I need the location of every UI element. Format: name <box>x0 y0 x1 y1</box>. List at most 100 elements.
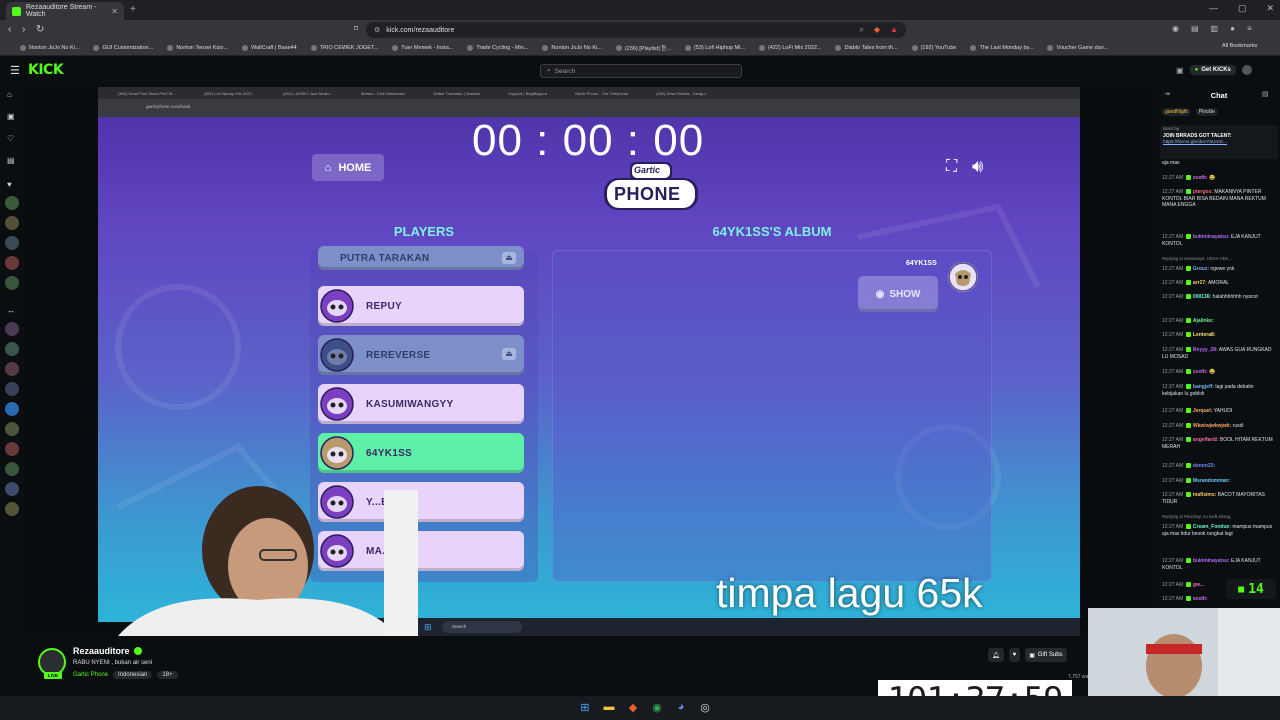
browser-tab-active[interactable]: Rezaauditore Stream - Watch ✕ <box>6 2 124 20</box>
get-kicks-button[interactable]: ● Get KICKs <box>1189 65 1236 75</box>
follow-heart-button[interactable]: ♥ <box>1008 648 1021 662</box>
chrome-icon[interactable]: ◉ <box>650 700 664 714</box>
bookmark-item[interactable]: (422) LoFi Mix 2022... <box>758 44 821 51</box>
kick-player-icon[interactable]: ⏏ <box>502 348 516 360</box>
collapse-chat-icon[interactable]: ▣ <box>1176 66 1184 75</box>
chat-username[interactable]: sxxth: <box>1193 175 1208 181</box>
reload-icon[interactable]: ↻ <box>36 24 44 35</box>
bookmark-item[interactable]: Trade Cycling - Min... <box>467 44 528 51</box>
notification-bell-button[interactable]: 🔔︎ <box>988 648 1004 662</box>
chat-settings-icon[interactable]: ▤ <box>1262 90 1269 98</box>
chat-username[interactable]: Ajalinke: <box>1193 318 1214 324</box>
channel-name[interactable]: Rezaauditore <box>73 646 130 656</box>
home-button[interactable]: ⌂ HOME <box>312 154 384 181</box>
sound-icon[interactable]: 🔊︎ <box>972 156 983 177</box>
show-button[interactable]: ◉ SHOW <box>858 276 938 312</box>
bookmark-item[interactable]: (53) Lofi Hiphop Mi... <box>684 44 745 51</box>
kick-logo[interactable]: KICK <box>28 62 64 78</box>
profile-icon[interactable]: ● <box>1230 24 1235 33</box>
bookmark-item[interactable]: Nonton JoJo No Ki... <box>542 44 602 51</box>
brave-browser-icon[interactable]: ◆ <box>626 700 640 714</box>
bookmark-item[interactable]: Tuer Memek - Insta... <box>392 44 453 51</box>
recommended-channel-avatar[interactable] <box>5 342 19 356</box>
recommended-channel-avatar[interactable] <box>5 462 19 476</box>
kick-player-icon[interactable]: ⏏ <box>502 252 516 264</box>
bookmark-item[interactable]: The Last Monday by... <box>970 44 1033 51</box>
category-link[interactable]: Gartic Phone <box>73 672 108 678</box>
minimize-icon[interactable]: — <box>1209 3 1218 14</box>
home-icon[interactable]: ⌂ <box>7 90 12 99</box>
zoom-icon[interactable]: ⌕ <box>859 25 863 35</box>
followed-channel-avatar[interactable] <box>5 216 19 230</box>
tag-mature[interactable]: 18+ <box>157 671 178 679</box>
bookmark-item[interactable]: Nonton JoJo No Ki... <box>20 44 79 51</box>
address-bar[interactable]: ⚙ kick.com/rezaauditore ⌕ ◆ ▲ <box>366 22 906 38</box>
recommended-channel-avatar[interactable] <box>5 482 19 496</box>
close-tab-icon[interactable]: ✕ <box>111 7 118 16</box>
bookmark-item[interactable]: (192) YouTube <box>911 44 956 51</box>
fullscreen-icon[interactable]: ⛶ <box>946 158 957 176</box>
chat-username[interactable]: bukiminayatsu: <box>1193 234 1230 240</box>
chat-username[interactable]: 000136: <box>1193 294 1211 300</box>
tag-language[interactable]: Indonesian <box>113 671 153 679</box>
chat-username[interactable]: Grouz: <box>1193 266 1209 272</box>
bookmark-item[interactable]: Diablo Tales from th... <box>835 44 898 51</box>
heart-icon[interactable]: ♥ <box>7 180 12 189</box>
hamburger-menu-icon[interactable]: ☰ <box>10 64 20 77</box>
chat-username[interactable]: arr27: <box>1193 280 1207 286</box>
chat-username[interactable]: ptergos: <box>1193 189 1213 195</box>
file-explorer-icon[interactable]: ▬ <box>602 700 616 714</box>
rewards-icon[interactable]: ▲ <box>890 25 898 35</box>
kicks-counter[interactable]: ■ 14 <box>1226 579 1276 599</box>
extension-icon[interactable]: ◉ <box>1172 24 1179 33</box>
extension-icon[interactable]: ▤ <box>1191 24 1199 33</box>
chat-username[interactable]: bangjeff: <box>1193 384 1214 390</box>
recommended-channel-avatar[interactable] <box>5 362 19 376</box>
following-icon[interactable]: ♡ <box>7 134 14 143</box>
gift-subs-button[interactable]: ▣ Gift Subs <box>1025 648 1067 662</box>
bookmark-item[interactable]: GUI Customization... <box>93 44 153 51</box>
pinned-link[interactable]: https://forms.gle/dezY5UmD... <box>1163 140 1227 145</box>
chat-username[interactable]: Wkwiwjwkwjwk: <box>1193 423 1231 429</box>
chat-username[interactable]: sxxth: <box>1193 596 1208 602</box>
back-icon[interactable]: ‹ <box>8 24 11 35</box>
chat-username[interactable]: Lentera8: <box>1193 332 1216 338</box>
obs-icon[interactable]: ◎ <box>698 700 712 714</box>
recommended-channel-avatar[interactable] <box>5 422 19 436</box>
search-input[interactable]: ⌕ Search <box>540 64 742 78</box>
forward-icon[interactable]: › <box>22 24 25 35</box>
followed-channel-avatar[interactable] <box>5 236 19 250</box>
bookmark-item[interactable]: WallCraft | Base44 <box>242 44 297 51</box>
gifter-chip[interactable]: goodNight <box>1162 108 1191 116</box>
chat-username[interactable]: mafisims: <box>1193 492 1216 498</box>
followed-channel-avatar[interactable] <box>5 256 19 270</box>
menu-icon[interactable]: ≡ <box>1247 24 1252 33</box>
windows-start-icon[interactable]: ⊞ <box>578 700 592 714</box>
discord-icon[interactable]: ◕ <box>674 700 688 714</box>
chat-username[interactable]: denon33: <box>1193 463 1215 469</box>
chat-username[interactable]: angelfarid: <box>1193 437 1219 443</box>
chat-username[interactable]: Cream_Fondue: <box>1193 524 1231 530</box>
chat-username[interactable]: sxxth: <box>1193 369 1208 375</box>
brave-shield-icon[interactable]: ◆ <box>874 25 880 35</box>
bookmark-item[interactable]: (236) [Playlist] 듣... <box>615 44 671 52</box>
browse-icon[interactable]: ▣ <box>7 112 15 121</box>
recommended-channel-avatar[interactable] <box>5 402 19 416</box>
bookmark-item[interactable]: Voucher Game dan... <box>1047 44 1108 51</box>
chat-username[interactable]: gw... <box>1193 582 1204 588</box>
close-window-icon[interactable]: ✕ <box>1266 3 1274 14</box>
chat-username[interactable]: Msrandomman: <box>1193 478 1230 484</box>
chat-username[interactable]: Reyyy_28: <box>1193 347 1218 353</box>
new-tab-icon[interactable]: + <box>130 4 136 15</box>
followed-channel-avatar[interactable] <box>5 196 19 210</box>
gifter-chip[interactable]: Pinckle <box>1195 108 1218 116</box>
recommended-channel-avatar[interactable] <box>5 442 19 456</box>
clips-icon[interactable]: ▤ <box>7 156 15 165</box>
bookmark-item[interactable]: Nonton Tensei Kizo... <box>167 44 228 51</box>
recommended-channel-avatar[interactable] <box>5 322 19 336</box>
bookmark-item[interactable]: TRIO CEWEK JOGET... <box>310 44 378 51</box>
expand-icon[interactable]: ↔ <box>7 306 15 315</box>
chat-username[interactable]: Jerquel: <box>1193 408 1212 414</box>
site-info-icon[interactable]: ⚙ <box>374 26 380 34</box>
maximize-icon[interactable]: ▢ <box>1238 3 1247 14</box>
